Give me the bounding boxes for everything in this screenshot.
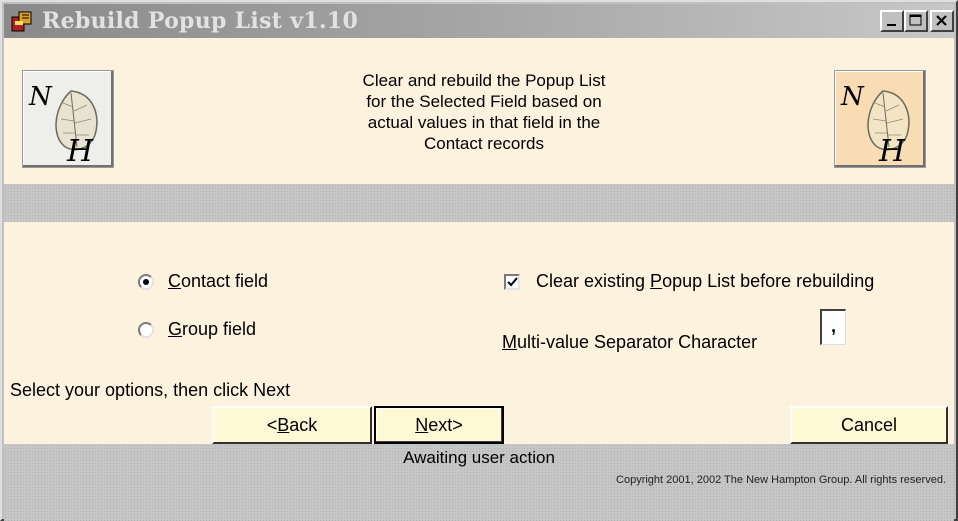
description-line: Contact records [424,134,544,153]
leaf-logo-icon: N H [28,82,98,169]
description-line: actual values in that field in the [367,113,601,132]
instruction-text: Select your options, then click Next [10,380,291,400]
options-panel: Contact field Group field Clear existing… [4,222,954,444]
title-bar[interactable]: Rebuild Popup List v1.10 [4,4,954,38]
company-logo-right: N H [834,70,926,169]
contact-field-label[interactable]: Contact field [168,271,268,292]
status-bar: Awaiting user action Copyright 2001, 200… [4,444,954,521]
contact-field-radio[interactable] [138,274,154,290]
maximize-button[interactable] [904,10,928,32]
back-button[interactable]: <Back [212,406,372,444]
dialog-window: Rebuild Popup List v1.10 N H Clear and r… [0,0,958,521]
window-title: Rebuild Popup List v1.10 [42,8,359,34]
app-icon [11,11,32,32]
header-description: Clear and rebuild the Popup List for the… [304,70,664,154]
separator-character-input[interactable]: , [820,309,846,345]
leaf-logo-icon: N H [840,82,910,169]
header-area: N H Clear and rebuild the Popup List for… [4,38,954,184]
checkmark-icon [507,277,518,287]
next-button[interactable]: Next> [374,406,504,444]
close-button[interactable] [930,10,954,32]
copyright-text: Copyright 2001, 2002 The New Hampton Gro… [616,474,946,486]
cancel-button[interactable]: Cancel [790,406,948,444]
group-field-radio[interactable] [138,322,154,338]
separator-label: Multi-value Separator Character [502,332,758,352]
status-text: Awaiting user action [403,448,555,467]
svg-text:N: N [840,82,865,112]
company-logo-left: N H [22,70,114,169]
clear-popup-checkbox[interactable] [504,274,520,290]
svg-text:H: H [66,134,94,167]
minimize-button[interactable] [880,10,904,32]
svg-text:N: N [28,82,53,112]
svg-text:H: H [878,134,906,167]
close-icon [936,15,947,26]
clear-popup-label[interactable]: Clear existing Popup List before rebuild… [536,271,874,292]
group-field-label[interactable]: Group field [168,319,256,340]
maximize-icon [909,14,922,26]
description-line: for the Selected Field based on [366,92,602,111]
description-line: Clear and rebuild the Popup List [362,71,606,90]
minimize-icon [887,24,896,26]
divider-band [4,184,954,222]
radio-selected-dot [143,279,149,285]
